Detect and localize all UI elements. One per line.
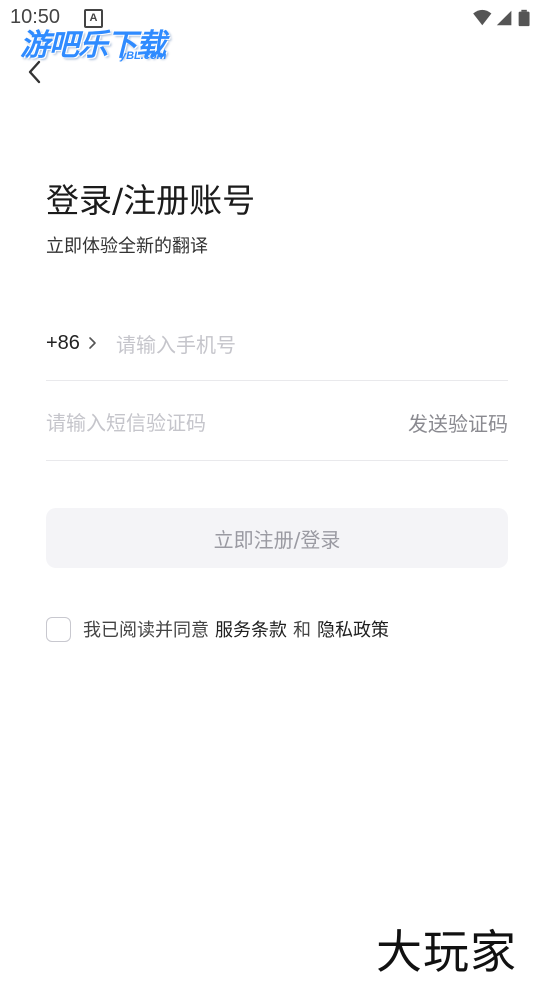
- signal-icon: [496, 10, 512, 26]
- phone-number-input[interactable]: [116, 328, 496, 362]
- agreement-prefix-text: 我已阅读并同意: [83, 620, 209, 641]
- verification-code-row: 发送验证码: [46, 402, 508, 461]
- bottom-watermark-text: 大玩家: [376, 925, 517, 979]
- send-code-button[interactable]: 发送验证码: [408, 408, 508, 437]
- terms-of-service-link[interactable]: 服务条款: [215, 616, 287, 642]
- privacy-policy-link[interactable]: 隐私政策: [317, 616, 389, 642]
- page-title: 登录/注册账号: [46, 181, 256, 220]
- verification-code-input[interactable]: [46, 406, 366, 440]
- status-icons: [473, 9, 530, 27]
- phone-input-row: +86: [46, 322, 508, 381]
- login-screen: 10:50 A 游吧乐下载 yBL.com 登录/注册账号 立即体验全新的翻译 …: [0, 0, 552, 984]
- agreement-checkbox[interactable]: [46, 616, 71, 642]
- register-login-button[interactable]: 立即注册/登录: [46, 508, 508, 568]
- page-subtitle: 立即体验全新的翻译: [46, 236, 208, 257]
- battery-icon: [518, 9, 530, 27]
- country-code-selector[interactable]: +86: [46, 332, 80, 355]
- watermark-logo-domain: yBL.com: [120, 50, 167, 62]
- agreement-row: 我已阅读并同意 服务条款 和 隐私政策: [46, 614, 389, 644]
- back-button[interactable]: [22, 58, 50, 86]
- chevron-left-icon: [28, 60, 41, 84]
- wifi-icon: [473, 9, 492, 26]
- chevron-right-icon[interactable]: [88, 336, 98, 350]
- agreement-conjunction: 和: [293, 620, 311, 641]
